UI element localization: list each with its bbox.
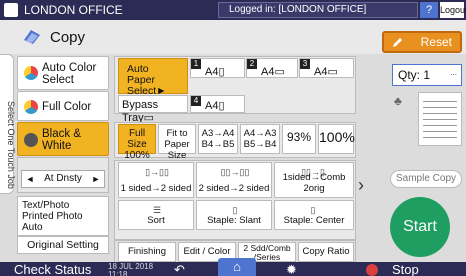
tray-4-size: A4▯ [205, 100, 225, 112]
original-setting-button[interactable]: Original Setting [17, 236, 109, 254]
auto-color-select-button[interactable]: Auto Color Select [17, 56, 109, 90]
date-time: 18 JUL 2018 11:18 [108, 262, 154, 276]
preview-lines [423, 101, 457, 139]
tray-1-number: 1 [191, 59, 201, 69]
home-icon[interactable]: ⌂ [218, 258, 256, 276]
bypass-tray-label: Bypass Tray▭ [122, 99, 159, 124]
stop-button[interactable]: Stop [392, 262, 419, 276]
black-white-button[interactable]: Black & White [17, 122, 109, 156]
enlarge-a4-a3-button[interactable]: A4→A3 B5→B4 [240, 124, 280, 154]
back-icon[interactable]: ↶ [174, 262, 185, 276]
side-tab-label: Select One Touch Job [6, 101, 16, 189]
comb-2-orig-button[interactable]: ▯▯→▯ 1sided→Comb 2orig [274, 162, 354, 198]
two-to-two-sided-button[interactable]: ▯▯→▯▯ 2 sided→2 sided [196, 162, 272, 198]
page-title: Copy [50, 29, 86, 46]
quantity-field[interactable]: Qty: 1 ... [392, 64, 462, 86]
black-white-icon [24, 133, 38, 147]
start-button[interactable]: Start [390, 197, 450, 257]
copy-preview [418, 92, 462, 146]
login-status: Logged in: [LONDON OFFICE] [218, 2, 418, 18]
density-increase-icon[interactable]: ► [90, 171, 102, 187]
density-decrease-icon[interactable]: ◄ [24, 171, 36, 187]
staple-slant-button[interactable]: ▯ Staple: Slant [196, 200, 272, 230]
color-wheel-icon [24, 66, 38, 80]
tray-1-button[interactable]: 1 A4▯ [190, 58, 245, 78]
help-button[interactable]: ? [420, 2, 438, 18]
tray-2-size: A4▭ [261, 66, 285, 78]
fit-to-paper-button[interactable]: Fit to Paper Size [158, 124, 196, 161]
quantity-value: Qty: 1 [398, 68, 431, 82]
office-name: LONDON OFFICE [24, 3, 123, 17]
density-label: At Dnsty [44, 173, 82, 184]
f1-label: 1 sided→2 sided [120, 183, 192, 194]
reset-button[interactable]: Reset [382, 31, 462, 53]
next-page-icon[interactable]: › [358, 175, 372, 205]
sort-button[interactable]: ☰ Sort [118, 200, 194, 230]
tray-1-size: A4▯ [205, 66, 225, 78]
tray-2-button[interactable]: 2 A4▭ [246, 58, 298, 78]
f3-label: 1sided→Comb 2orig [282, 172, 346, 194]
tray-4-number: 4 [191, 96, 201, 106]
reduce-a3-a4-button[interactable]: A3→A4 B4→B5 [198, 124, 238, 154]
f4-label: Sort [147, 215, 165, 226]
full-color-icon [24, 100, 38, 114]
bypass-tray-button[interactable]: Bypass Tray▭ [118, 95, 188, 124]
auto-paper-select-button[interactable]: Auto Paper Select► [118, 58, 188, 97]
reset-label: Reset [420, 35, 452, 49]
tray-3-number: 3 [300, 59, 310, 69]
zoom-93-button[interactable]: 93% [282, 124, 316, 154]
f2-label: 2 sided→2 sided [198, 183, 270, 194]
auto-color-label: Auto Color Select [42, 62, 97, 86]
gear-icon[interactable]: ✹ [286, 262, 297, 276]
tab-finishing[interactable]: Finishing [118, 242, 176, 262]
user-icon [4, 3, 18, 17]
zoom-100-button[interactable]: 100% [318, 124, 355, 154]
f6-label: Staple: Center [283, 215, 345, 226]
ellipsis-icon: ... [450, 68, 457, 77]
density-control[interactable]: ◄ At Dnsty ► [21, 170, 105, 188]
tray-4-button[interactable]: 4 A4▯ [190, 95, 245, 113]
staple-center-button[interactable]: ▯ Staple: Center [274, 200, 354, 230]
duplex-duplex-icon: ▯▯→▯▯ [220, 167, 250, 177]
stop-icon [366, 264, 378, 276]
tray-3-button[interactable]: 3 A4▭ [299, 58, 354, 78]
full-color-label: Full Color [42, 101, 92, 113]
full-size-button[interactable]: Full Size 100% [118, 124, 156, 161]
tray-2-number: 2 [247, 59, 257, 69]
black-white-label: Black & White [42, 128, 81, 152]
logout-button[interactable]: Logout [440, 2, 466, 18]
stack-icon: ♣ [394, 94, 402, 108]
copy-icon [24, 30, 40, 44]
sample-copy-button[interactable]: Sample Copy [390, 170, 462, 188]
full-color-button[interactable]: Full Color [17, 91, 109, 121]
tray-3-size: A4▭ [314, 66, 338, 78]
one-to-two-sided-button[interactable]: ▯→▯▯ 1 sided→2 sided [118, 162, 194, 198]
check-status-button[interactable]: Check Status [14, 262, 91, 276]
duplex-icon: ▯→▯▯ [145, 167, 169, 177]
pen-icon [393, 38, 402, 47]
f5-label: Staple: Slant [207, 215, 261, 226]
original-type-button[interactable]: Text/Photo Printed Photo Auto [17, 196, 109, 236]
tab-copy-ratio[interactable]: Copy Ratio [298, 242, 354, 262]
